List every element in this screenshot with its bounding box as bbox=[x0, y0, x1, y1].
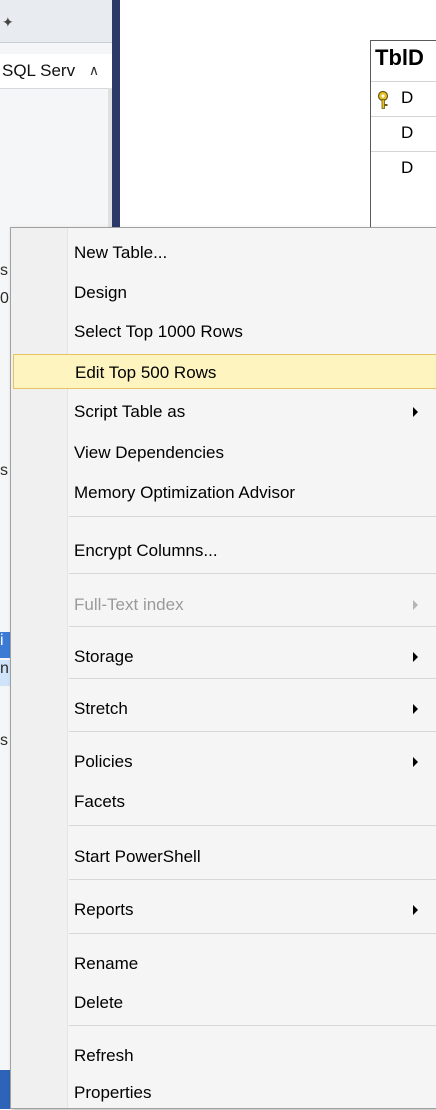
submenu-arrow-icon bbox=[413, 407, 418, 417]
menu-item-label: Delete bbox=[74, 993, 124, 1012]
menu-separator bbox=[69, 626, 436, 627]
menu-separator bbox=[69, 573, 436, 574]
submenu-arrow-icon bbox=[413, 757, 418, 767]
tree-node-fragment[interactable]: i bbox=[0, 632, 10, 660]
menu-item-label: New Table... bbox=[74, 243, 168, 262]
menu-separator bbox=[69, 731, 436, 732]
menu-item-design[interactable]: Design bbox=[11, 275, 436, 310]
menu-item-properties[interactable]: Properties bbox=[11, 1075, 436, 1110]
menu-item-label: Design bbox=[74, 283, 127, 302]
scroll-up-arrow-icon[interactable]: ∧ bbox=[84, 58, 104, 82]
menu-item-full-text-index[interactable]: Full-Text index bbox=[11, 587, 436, 622]
submenu-arrow-icon bbox=[413, 600, 418, 610]
menu-item-label: Stretch bbox=[74, 699, 128, 718]
menu-item-label: View Dependencies bbox=[74, 443, 224, 462]
tree-node-fragment[interactable]: s bbox=[0, 462, 10, 490]
menu-item-label: Reports bbox=[74, 900, 134, 919]
menu-item-start-powershell[interactable]: Start PowerShell bbox=[11, 839, 436, 874]
menu-item-label: Facets bbox=[74, 792, 126, 811]
pin-icon[interactable]: ✦ bbox=[2, 14, 14, 31]
table-diagram-column-name: D bbox=[401, 88, 414, 107]
menu-item-script-table-as[interactable]: Script Table as bbox=[11, 394, 436, 429]
table-diagram-title: TblD bbox=[375, 45, 424, 70]
tree-node-fragment[interactable]: 0 bbox=[0, 290, 10, 318]
menu-item-label: Storage bbox=[74, 647, 134, 666]
table-diagram-column-row[interactable]: D bbox=[371, 151, 436, 186]
tree-node-fragment[interactable]: s bbox=[0, 732, 10, 760]
explorer-status-strip bbox=[0, 1070, 10, 1109]
menu-item-label: Edit Top 500 Rows bbox=[75, 363, 217, 382]
menu-item-label: Encrypt Columns... bbox=[74, 541, 218, 560]
menu-item-label: Refresh bbox=[74, 1046, 134, 1065]
submenu-arrow-icon bbox=[413, 704, 418, 714]
menu-item-new-table[interactable]: New Table... bbox=[11, 235, 436, 270]
tree-node-fragment[interactable]: s bbox=[0, 262, 10, 290]
menu-item-rename[interactable]: Rename bbox=[11, 946, 436, 981]
menu-item-label: Memory Optimization Advisor bbox=[74, 483, 296, 502]
table-context-menu: New Table... Design Select Top 1000 Rows… bbox=[10, 227, 436, 1109]
submenu-arrow-icon bbox=[413, 652, 418, 662]
menu-item-label: Properties bbox=[74, 1083, 152, 1102]
primary-key-icon bbox=[377, 90, 389, 109]
menu-separator bbox=[69, 879, 436, 880]
table-diagram-column-name: D bbox=[401, 123, 414, 142]
menu-separator bbox=[69, 825, 436, 826]
menu-item-encrypt-columns[interactable]: Encrypt Columns... bbox=[11, 533, 436, 568]
menu-separator bbox=[69, 516, 436, 517]
menu-item-storage[interactable]: Storage bbox=[11, 639, 436, 674]
menu-separator bbox=[69, 678, 436, 679]
table-diagram-columns: D D D bbox=[371, 81, 436, 186]
menu-separator bbox=[69, 1025, 436, 1026]
table-diagram-column-name: D bbox=[401, 158, 414, 177]
menu-item-label: Script Table as bbox=[74, 402, 186, 421]
menu-item-label: Full-Text index bbox=[74, 595, 184, 614]
menu-item-label: Select Top 1000 Rows bbox=[74, 322, 243, 341]
menu-item-label: Start PowerShell bbox=[74, 847, 201, 866]
menu-item-select-top-1000-rows[interactable]: Select Top 1000 Rows bbox=[11, 314, 436, 349]
menu-item-memory-optimization-advisor[interactable]: Memory Optimization Advisor bbox=[11, 475, 436, 510]
menu-item-policies[interactable]: Policies bbox=[11, 744, 436, 779]
table-diagram-column-row[interactable]: D bbox=[371, 116, 436, 151]
menu-item-facets[interactable]: Facets bbox=[11, 784, 436, 819]
menu-item-label: Rename bbox=[74, 954, 139, 973]
menu-item-reports[interactable]: Reports bbox=[11, 892, 436, 927]
menu-separator bbox=[69, 933, 436, 934]
table-diagram-column-row[interactable]: D bbox=[371, 81, 436, 116]
submenu-arrow-icon bbox=[413, 905, 418, 915]
tree-node-server-label: SQL Serv bbox=[2, 61, 76, 80]
menu-item-stretch[interactable]: Stretch bbox=[11, 691, 436, 726]
menu-item-edit-top-500-rows[interactable]: Edit Top 500 Rows bbox=[13, 354, 436, 389]
menu-item-refresh[interactable]: Refresh bbox=[11, 1038, 436, 1073]
menu-item-view-dependencies[interactable]: View Dependencies bbox=[11, 435, 436, 470]
object-explorer-toolbar: ✦ bbox=[0, 0, 112, 43]
menu-item-delete[interactable]: Delete bbox=[11, 985, 436, 1020]
tree-node-fragment[interactable]: n bbox=[0, 660, 10, 688]
menu-item-label: Policies bbox=[74, 752, 133, 771]
